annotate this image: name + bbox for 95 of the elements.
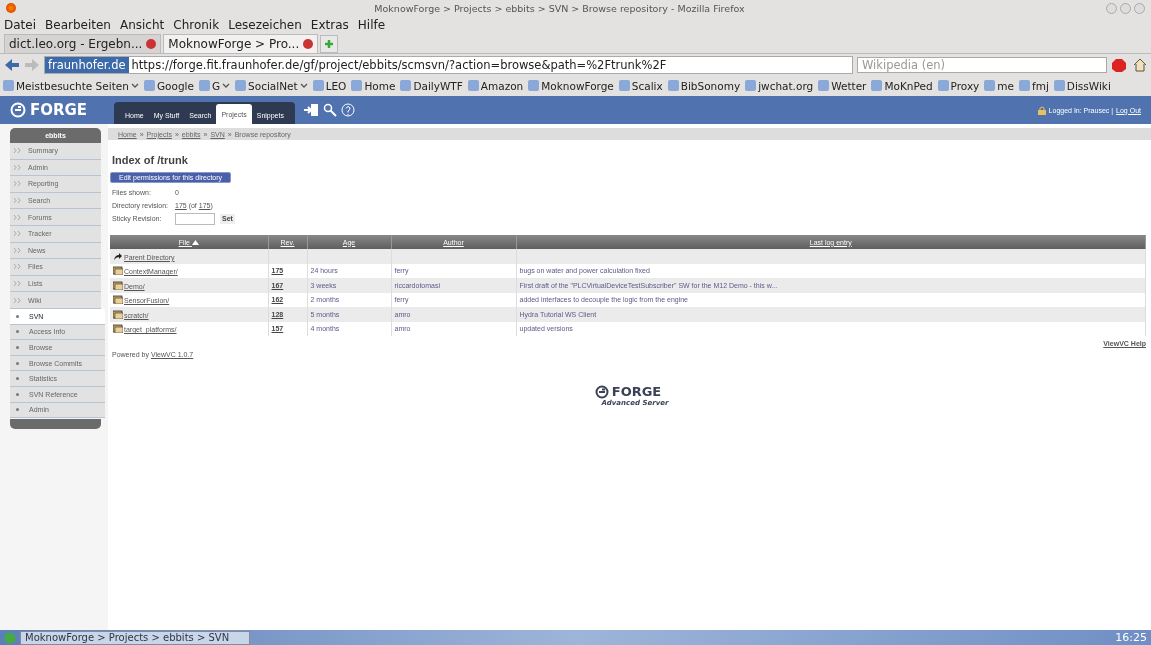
chevron-icon[interactable] — [299, 82, 308, 89]
chevron-icon — [14, 247, 22, 253]
chevron-icon — [14, 198, 22, 204]
bookmark-icon — [1019, 80, 1030, 91]
folder-icon — [113, 295, 123, 305]
search-icon[interactable] — [322, 103, 337, 117]
bookmark-icon — [1053, 80, 1065, 91]
bookmark[interactable]: SocialNet — [248, 79, 298, 92]
bookmark-icon — [937, 80, 949, 91]
bullet-icon — [16, 345, 19, 349]
bookmark[interactable]: Wetter — [831, 79, 867, 92]
window-title: MoknowForge > Projects > ebbits > SVN > Browse repository - Mozilla Firefox — [373, 2, 746, 14]
bookmark-icon — [312, 80, 324, 91]
forge-logo-icon — [594, 384, 609, 399]
bookmark-icon — [667, 80, 679, 91]
bookmark[interactable]: Amazon — [480, 79, 524, 92]
bookmark[interactable]: BibSonomy — [680, 79, 741, 92]
chevron-icon — [14, 264, 22, 270]
bullet-icon — [16, 392, 19, 396]
address-field[interactable]: fraunhofer.de https://forge.fit.fraunhofer.de/gf/project/ebbits/scmsvn/?action=browse&path=%2Ftrunk%2F — [44, 55, 853, 74]
bookmark[interactable]: fmj — [1032, 79, 1049, 92]
menu-item[interactable]: Lesezeichen — [228, 18, 302, 32]
chevron-icon — [14, 181, 22, 187]
bookmark[interactable]: DailyWTF — [413, 79, 463, 92]
chevron-icon — [14, 297, 22, 303]
menu-item[interactable]: Bearbeiten — [45, 18, 111, 32]
chevron-icon — [14, 214, 22, 220]
close-tab-icon[interactable] — [303, 39, 314, 49]
chevron-icon — [14, 148, 22, 154]
bookmark-icon — [235, 80, 247, 91]
bookmark[interactable]: MoknowForge — [541, 79, 614, 92]
bookmark[interactable]: jwchat.org — [758, 79, 814, 92]
firefox-icon — [6, 3, 16, 13]
folder-icon — [113, 324, 123, 334]
menu-item[interactable]: Hilfe — [357, 18, 386, 32]
bookmark[interactable]: Home — [364, 79, 396, 92]
bookmark-icon — [745, 80, 757, 91]
login-icon[interactable] — [302, 103, 319, 117]
bookmark-icon — [467, 80, 479, 91]
folder-icon — [113, 280, 123, 290]
search-field[interactable]: Wikipedia (en) — [857, 56, 1107, 73]
footer-logo: FORGE — [611, 384, 662, 399]
taskbar-button[interactable]: MoknowForge > Projects > ebbits > SVN — [20, 630, 250, 645]
revision-field[interactable] — [175, 212, 215, 225]
bookmark[interactable]: Meistbesuchte Seiten — [16, 79, 129, 92]
bookmark[interactable]: LEO — [325, 79, 347, 92]
folder-icon — [113, 266, 123, 276]
bookmark[interactable]: DissWiki — [1066, 79, 1111, 92]
bookmark[interactable]: Google — [156, 79, 194, 92]
bullet-icon — [16, 314, 19, 318]
menu-item[interactable]: Extras — [310, 18, 349, 32]
back-icon[interactable] — [4, 58, 20, 71]
menu-item[interactable]: Ansicht — [119, 18, 165, 32]
adblock-icon[interactable] — [1111, 57, 1129, 72]
bullet-icon — [16, 361, 19, 365]
chevron-icon[interactable] — [130, 82, 139, 89]
bookmark-icon — [528, 80, 540, 91]
bookmark-icon — [618, 80, 630, 91]
bookmark-icon — [3, 80, 14, 91]
home-icon[interactable] — [1133, 57, 1147, 72]
chevron-icon[interactable] — [222, 82, 231, 89]
bookmark-icon — [818, 80, 830, 91]
chevron-icon — [14, 281, 22, 287]
page-heading: Index of /trunk — [112, 154, 189, 166]
start-menu-icon[interactable] — [4, 631, 16, 644]
help-icon[interactable] — [340, 103, 355, 117]
bookmark-icon — [143, 80, 155, 91]
sort-arrow-icon — [191, 239, 199, 245]
bookmark[interactable]: Proxy — [950, 79, 980, 92]
bullet-icon — [16, 408, 19, 412]
bookmark[interactable]: G — [211, 79, 221, 92]
bullet-icon — [16, 377, 19, 381]
browser-tab[interactable]: MoknowForge > Pro... — [163, 34, 319, 53]
bookmark-icon — [198, 80, 210, 91]
bookmark-icon — [351, 80, 363, 91]
forge-logo: FORGE — [30, 101, 88, 119]
browser-tab[interactable]: dict.leo.org - Ergebn... — [4, 34, 162, 53]
bookmark-icon — [984, 80, 996, 91]
new-tab-icon[interactable] — [320, 35, 339, 53]
folder-icon — [113, 309, 123, 319]
menu-item[interactable]: Datei — [4, 18, 36, 32]
bullet-icon — [16, 330, 19, 334]
clock: 16:25 — [1115, 631, 1147, 644]
bookmark[interactable]: Scalix — [631, 79, 663, 92]
chevron-icon — [14, 164, 22, 170]
close-tab-icon[interactable] — [146, 39, 157, 49]
forge-logo-icon — [10, 102, 26, 118]
menu-item[interactable]: Chronik — [173, 18, 220, 32]
lock-icon — [1037, 105, 1046, 115]
bookmark[interactable]: MoKnPed — [884, 79, 933, 92]
bookmark-icon — [400, 80, 412, 91]
bookmark-icon — [871, 80, 883, 91]
bookmark[interactable]: me — [997, 79, 1014, 92]
up-arrow-icon — [113, 251, 123, 261]
chevron-icon — [14, 231, 22, 237]
